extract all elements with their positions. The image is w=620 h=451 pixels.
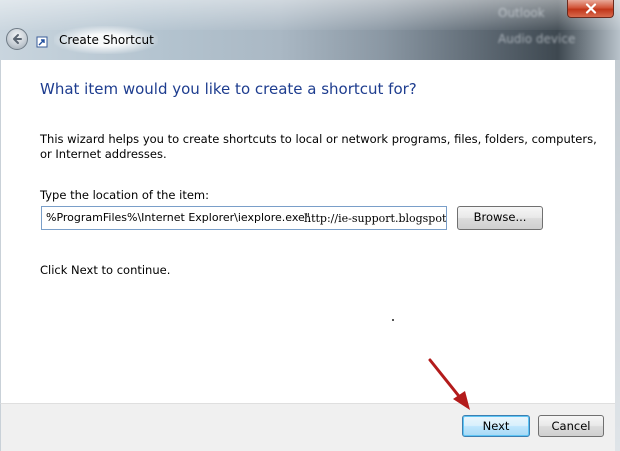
browse-button[interactable]: Browse...: [457, 206, 543, 230]
location-input-url: http://ie-support.blogspot.: [304, 212, 447, 225]
continue-text: Click Next to continue.: [40, 263, 171, 277]
wizard-content: What item would you like to create a sho…: [0, 60, 615, 403]
next-button[interactable]: Next: [462, 415, 530, 437]
location-input[interactable]: %ProgramFiles%\Internet Explorer\iexplor…: [41, 206, 447, 230]
wizard-footer: Next Cancel: [0, 403, 615, 451]
window-titlebar: Outlook Audio device Create Shortcut: [0, 0, 620, 60]
back-arrow-icon: [13, 34, 22, 44]
close-icon: [585, 3, 597, 14]
wizard-heading: What item would you like to create a sho…: [40, 80, 417, 98]
cancel-button[interactable]: Cancel: [538, 415, 604, 437]
window-frame-right: [615, 60, 620, 451]
close-button[interactable]: [567, 0, 614, 18]
location-input-value: %ProgramFiles%\Internet Explorer\iexplor…: [46, 211, 310, 224]
back-button[interactable]: [6, 28, 28, 50]
background-text-2: Audio device: [498, 32, 576, 46]
window-title: Create Shortcut: [59, 33, 154, 47]
stray-dot: [392, 319, 394, 321]
shortcut-icon: [36, 36, 48, 48]
background-text-1: Outlook: [498, 6, 545, 20]
location-label: Type the location of the item:: [40, 188, 210, 202]
wizard-description: This wizard helps you to create shortcut…: [40, 132, 597, 161]
